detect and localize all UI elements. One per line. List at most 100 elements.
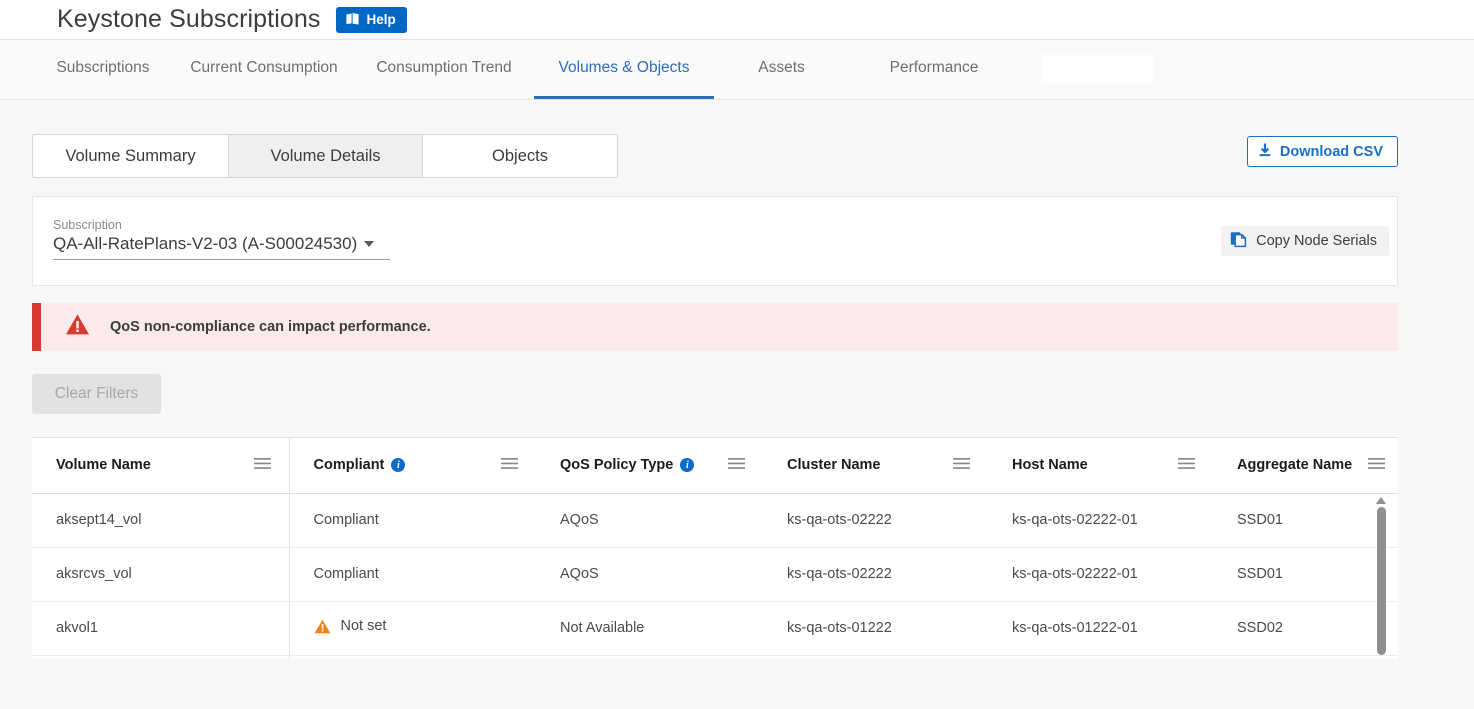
column-header-cluster-name[interactable]: Cluster Name — [763, 438, 988, 493]
table-grid: Volume Name — [32, 438, 1398, 659]
subscription-value: QA-All-RatePlans-V2-03 (A-S00024530) — [53, 234, 357, 254]
copy-node-serials-label: Copy Node Serials — [1256, 233, 1377, 249]
table-header-row: Volume Name — [32, 438, 1398, 493]
copy-icon — [1230, 231, 1247, 252]
cell-compliant-label: Compliant — [314, 566, 379, 582]
tab-label: Current Consumption — [190, 59, 337, 77]
column-header-label: Host Name — [1012, 457, 1088, 473]
cell-cluster-name: ks-qa-ots-02222 — [763, 493, 988, 547]
table-row[interactable]: aksept14_vol Compliant AQoS ks-qa-ots-02… — [32, 493, 1398, 547]
column-header-qos-policy-type[interactable]: QoS Policy Type i — [536, 438, 763, 493]
cell-aggregate-name: SSD01 — [1213, 493, 1398, 547]
volume-details-table: Volume Name — [32, 437, 1398, 659]
column-header-volume-name[interactable]: Volume Name — [32, 438, 289, 493]
scrollbar-thumb[interactable] — [1377, 507, 1386, 655]
tab-subscriptions[interactable]: Subscriptions — [32, 40, 174, 99]
subscription-field: Subscription QA-All-RatePlans-V2-03 (A-S… — [53, 218, 390, 264]
cell-aggregate-name: SSD02 — [1213, 601, 1398, 655]
scroll-up-arrow-icon[interactable] — [1376, 497, 1386, 504]
main-tabbar: Subscriptions Current Consumption Consum… — [0, 40, 1474, 100]
cell-host-name: ks-qa-ots-02222-01 — [988, 493, 1213, 547]
download-csv-label: Download CSV — [1280, 144, 1383, 160]
alert-message: QoS non-compliance can impact performanc… — [110, 319, 431, 335]
tab-assets[interactable]: Assets — [714, 40, 849, 99]
volume-subtabs: Volume Summary Volume Details Objects — [32, 134, 618, 178]
download-icon — [1258, 143, 1272, 161]
cell-compliant: Compliant — [289, 493, 536, 547]
table-row[interactable]: aksrcvs_vol Compliant AQoS ks-qa-ots-022… — [32, 547, 1398, 601]
column-menu-icon[interactable] — [501, 457, 518, 474]
tab-performance[interactable]: Performance — [849, 40, 1019, 99]
column-menu-icon[interactable] — [953, 457, 970, 474]
cell-cluster-name: ks-qa-ots-03222 — [763, 655, 988, 659]
cell-compliant: Compliant — [289, 547, 536, 601]
cell-cluster-name: ks-qa-ots-02222 — [763, 547, 988, 601]
subtab-objects[interactable]: Objects — [423, 135, 617, 177]
column-header-label: Compliant — [314, 457, 385, 473]
table-body: aksept14_vol Compliant AQoS ks-qa-ots-02… — [32, 493, 1398, 659]
tab-label: Subscriptions — [56, 59, 149, 77]
tab-label: Performance — [890, 59, 979, 77]
page-header: Keystone Subscriptions Help — [0, 0, 1474, 40]
chevron-down-icon — [364, 241, 374, 247]
subscription-dropdown[interactable]: QA-All-RatePlans-V2-03 (A-S00024530) — [53, 234, 390, 260]
tabbar-blank-slot — [1041, 55, 1153, 84]
subtab-volume-details[interactable]: Volume Details — [229, 135, 423, 177]
table-vertical-scrollbar[interactable] — [1374, 494, 1388, 659]
help-button[interactable]: Help — [336, 7, 406, 33]
cell-volume-name: aksrcvs_vol — [32, 547, 289, 601]
warning-triangle-icon — [65, 313, 90, 341]
cell-compliant-label: Compliant — [314, 512, 379, 528]
clear-filters-button[interactable]: Clear Filters — [32, 374, 161, 414]
tab-current-consumption[interactable]: Current Consumption — [174, 40, 354, 99]
cell-compliant: Not set — [289, 601, 536, 655]
column-header-compliant[interactable]: Compliant i — [289, 438, 536, 493]
column-menu-icon[interactable] — [254, 457, 271, 474]
info-icon[interactable]: i — [680, 458, 694, 472]
cell-volume-name: akvol1 — [32, 601, 289, 655]
column-header-aggregate-name[interactable]: Aggregate Name — [1213, 438, 1398, 493]
download-csv-button[interactable]: Download CSV — [1247, 136, 1398, 167]
tab-label: Assets — [758, 59, 805, 77]
column-header-label: Volume Name — [56, 457, 151, 473]
table-row[interactable]: akvol1 Not set — [32, 655, 1398, 659]
column-menu-icon[interactable] — [1178, 457, 1195, 474]
qos-alert-banner: QoS non-compliance can impact performanc… — [32, 303, 1398, 351]
cell-aggregate-name: ks_qa_ots_03_01_VM_D... — [1213, 655, 1398, 659]
table-row[interactable]: akvol1 Not set — [32, 601, 1398, 655]
cell-host-name: ks-qa-ots-03222-01 — [988, 655, 1213, 659]
cell-volume-name: aksept14_vol — [32, 493, 289, 547]
cell-host-name: ks-qa-ots-02222-01 — [988, 547, 1213, 601]
tab-volumes-and-objects[interactable]: Volumes & Objects — [534, 40, 714, 99]
warning-triangle-icon — [314, 619, 331, 634]
column-header-label: Aggregate Name — [1237, 457, 1352, 473]
subscription-label: Subscription — [53, 218, 390, 232]
subtab-label: Volume Details — [270, 147, 380, 166]
page-title: Keystone Subscriptions — [57, 5, 320, 34]
cell-host-name: ks-qa-ots-01222-01 — [988, 601, 1213, 655]
cell-compliant-label: Not set — [341, 618, 387, 634]
cell-qos-policy-type: AQoS — [536, 493, 763, 547]
subtab-row: Volume Summary Volume Details Objects Do… — [32, 100, 1398, 178]
tab-consumption-trend[interactable]: Consumption Trend — [354, 40, 534, 99]
cell-qos-policy-type: Not Available — [536, 601, 763, 655]
cell-aggregate-name: SSD01 — [1213, 547, 1398, 601]
copy-node-serials-button[interactable]: Copy Node Serials — [1221, 226, 1389, 256]
cell-qos-policy-type: AQoS — [536, 547, 763, 601]
cell-cluster-name: ks-qa-ots-01222 — [763, 601, 988, 655]
tab-label: Volumes & Objects — [559, 59, 690, 77]
column-header-host-name[interactable]: Host Name — [988, 438, 1213, 493]
subtab-volume-summary[interactable]: Volume Summary — [33, 135, 229, 177]
column-menu-icon[interactable] — [1368, 457, 1385, 474]
cell-compliant: Not set — [289, 655, 536, 659]
column-header-label: Cluster Name — [787, 457, 880, 473]
info-icon[interactable]: i — [391, 458, 405, 472]
column-header-label: QoS Policy Type — [560, 457, 673, 473]
column-menu-icon[interactable] — [728, 457, 745, 474]
subtab-label: Objects — [492, 147, 548, 166]
help-button-label: Help — [366, 12, 395, 27]
book-icon — [345, 12, 360, 28]
tab-label: Consumption Trend — [376, 59, 511, 77]
subtab-label: Volume Summary — [65, 147, 195, 166]
cell-qos-policy-type: Not Available — [536, 655, 763, 659]
